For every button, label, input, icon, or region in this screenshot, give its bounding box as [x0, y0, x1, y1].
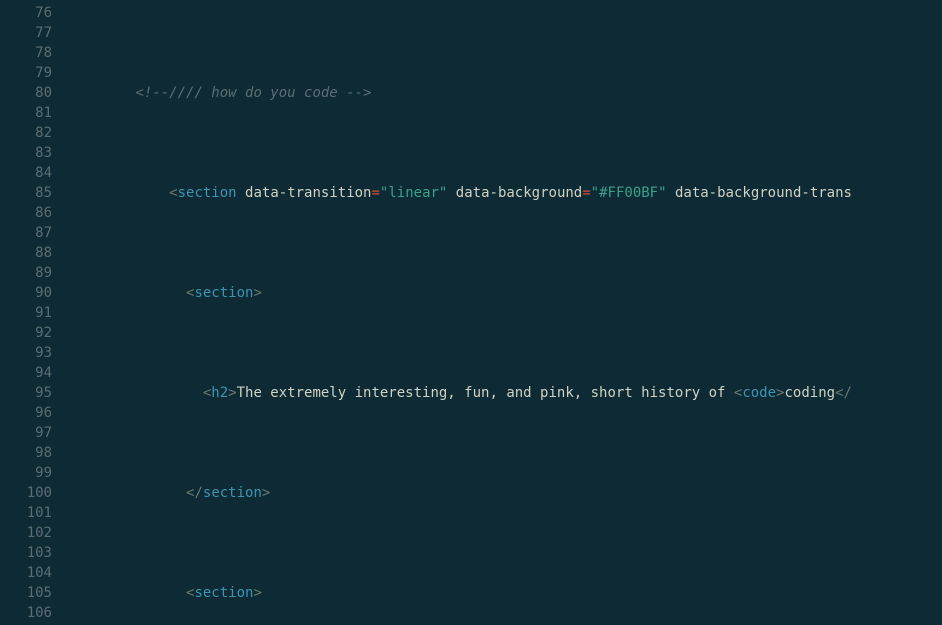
line-number: 101: [0, 503, 52, 523]
code-area[interactable]: <!--//// how do you code --> <section da…: [62, 0, 942, 625]
code-line[interactable]: </section>: [68, 483, 942, 503]
line-number: 91: [0, 303, 52, 323]
line-number: 97: [0, 423, 52, 443]
line-number: 100: [0, 483, 52, 503]
line-number: 96: [0, 403, 52, 423]
code-line[interactable]: <!--//// how do you code -->: [68, 83, 942, 103]
line-number: 105: [0, 583, 52, 603]
line-number: 78: [0, 43, 52, 63]
line-number: 102: [0, 523, 52, 543]
code-line[interactable]: <section data-transition="linear" data-b…: [68, 183, 942, 203]
line-number: 95: [0, 383, 52, 403]
line-number: 85: [0, 183, 52, 203]
line-number: 81: [0, 103, 52, 123]
line-number: 88: [0, 243, 52, 263]
line-number: 99: [0, 463, 52, 483]
code-line[interactable]: <section>: [68, 583, 942, 603]
code-editor[interactable]: 7677787980818283848586878889909192939495…: [0, 0, 942, 625]
line-number: 80: [0, 83, 52, 103]
line-number: 90: [0, 283, 52, 303]
line-number: 77: [0, 23, 52, 43]
line-number: 103: [0, 543, 52, 563]
line-number: 87: [0, 223, 52, 243]
line-number: 82: [0, 123, 52, 143]
line-number-gutter: 7677787980818283848586878889909192939495…: [0, 0, 62, 625]
line-number: 84: [0, 163, 52, 183]
line-number: 98: [0, 443, 52, 463]
line-number: 79: [0, 63, 52, 83]
line-number: 83: [0, 143, 52, 163]
code-line[interactable]: <section>: [68, 283, 942, 303]
code-line[interactable]: <h2>The extremely interesting, fun, and …: [68, 383, 942, 403]
line-number: 94: [0, 363, 52, 383]
line-number: 89: [0, 263, 52, 283]
line-number: 93: [0, 343, 52, 363]
line-number: 76: [0, 3, 52, 23]
line-number: 86: [0, 203, 52, 223]
line-number: 104: [0, 563, 52, 583]
line-number: 106: [0, 603, 52, 623]
line-number: 92: [0, 323, 52, 343]
